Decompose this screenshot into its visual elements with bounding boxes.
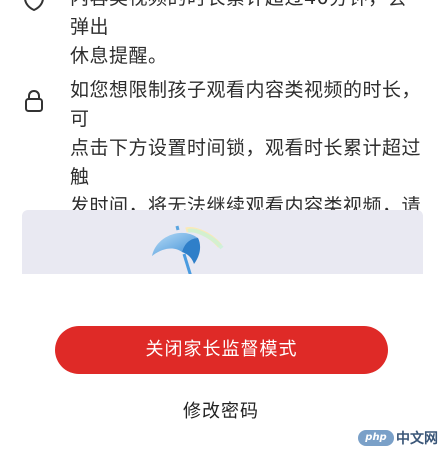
site-watermark: php 中文网	[358, 428, 438, 448]
tip-line: 内容类视频的时长累计超过40分钟，会弹出	[70, 0, 407, 38]
tip-line: 点击下方设置时间锁，观看时长累计超过触	[70, 137, 422, 188]
watermark-text: 中文网	[396, 431, 438, 447]
illustration-panel	[22, 210, 423, 274]
tip-line: 休息提醒。	[70, 45, 168, 67]
change-password-link[interactable]: 修改密码	[0, 398, 442, 426]
watermark-logo: php	[358, 430, 394, 446]
umbrella-icon	[152, 225, 224, 274]
close-parental-mode-button[interactable]: 关闭家长监督模式	[55, 326, 388, 374]
lock-icon	[22, 88, 46, 114]
tip-rest-reminder: 内容类视频的时长累计超过40分钟，会弹出 休息提醒。	[0, 0, 442, 67]
tip-line: 如您想限制孩子观看内容类视频的时长，可	[70, 79, 422, 130]
shield-icon	[22, 0, 46, 12]
tip-time-lock: 如您想限制孩子观看内容类视频的时长，可 点击下方设置时间锁，观看时长累计超过触 …	[0, 76, 442, 275]
tip-rest-reminder-text: 内容类视频的时长累计超过40分钟，会弹出 休息提醒。	[70, 0, 422, 71]
